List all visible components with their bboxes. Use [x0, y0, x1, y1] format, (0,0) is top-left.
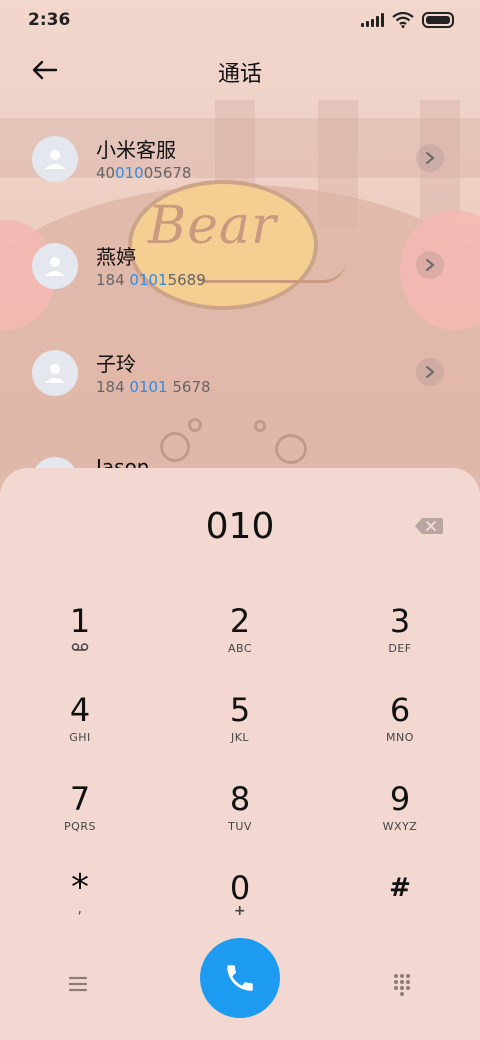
bear-nose-dot	[188, 418, 202, 432]
person-icon	[45, 150, 65, 169]
key-digit: 0	[229, 869, 251, 907]
key-digit: 8	[229, 780, 251, 818]
contact-row[interactable]: 小米客服 4001005678	[0, 110, 480, 206]
contact-number: 4001005678	[96, 164, 191, 182]
wifi-icon	[392, 12, 414, 28]
contact-detail-button[interactable]	[416, 144, 444, 172]
contact-number: 184 0101 5678	[96, 378, 211, 396]
contact-number: 184 01015689	[96, 271, 206, 289]
contact-detail-button[interactable]	[416, 251, 444, 279]
keypad-grid-icon	[394, 974, 410, 996]
key-letters: MNO	[386, 731, 414, 744]
dial-key-9[interactable]: 9 WXYZ	[340, 772, 460, 852]
keypad-toggle-button[interactable]	[384, 966, 420, 1002]
dial-key-star[interactable]: * ,	[20, 861, 140, 941]
dial-key-1[interactable]: 1	[20, 594, 140, 674]
key-letters	[20, 642, 140, 655]
avatar	[32, 243, 78, 289]
chevron-right-icon	[426, 366, 435, 378]
dial-key-hash[interactable]: #	[340, 861, 460, 941]
key-digit: 7	[69, 780, 91, 818]
status-time: 2:36	[28, 10, 71, 30]
dial-key-8[interactable]: 8 TUV	[180, 772, 300, 852]
avatar	[32, 350, 78, 396]
key-letters: JKL	[230, 731, 250, 744]
dial-key-7[interactable]: 7 PQRS	[20, 772, 140, 852]
number-match: 0101	[129, 378, 168, 396]
key-digit: 5	[229, 691, 251, 729]
key-letters: PQRS	[64, 820, 96, 833]
contact-row[interactable]: 子玲 184 0101 5678	[0, 324, 480, 420]
number-part: 184	[96, 378, 130, 396]
key-digit: 2	[229, 602, 251, 640]
dialpad-bottom-bar	[0, 938, 480, 1018]
key-digit: 1	[69, 602, 91, 640]
menu-button[interactable]	[60, 966, 96, 1002]
key-letters: WXYZ	[382, 820, 418, 833]
contact-row[interactable]: 燕婷 184 01015689	[0, 217, 480, 313]
key-letters: ,	[77, 901, 83, 917]
number-part: 05678	[143, 164, 192, 182]
signal-icon	[361, 13, 384, 27]
key-letters: DEF	[388, 642, 412, 655]
key-digit: #	[389, 873, 411, 903]
dialpad-sheet: 010 1 2 ABC 3 DEF 4 GHI 5 JKL 6 MNO 7 PQ…	[0, 468, 480, 1040]
number-part: 184	[96, 271, 130, 289]
number-part: 5678	[167, 378, 211, 396]
dial-key-6[interactable]: 6 MNO	[340, 683, 460, 763]
number-match: 0101	[129, 271, 168, 289]
dial-key-0[interactable]: 0 +	[180, 861, 300, 941]
number-part: 40	[96, 164, 116, 182]
key-letters: +	[233, 903, 247, 919]
dial-key-5[interactable]: 5 JKL	[180, 683, 300, 763]
contact-name: 小米客服	[96, 138, 176, 162]
page-title: 通话	[217, 62, 262, 87]
status-icons	[361, 12, 454, 28]
dial-key-3[interactable]: 3 DEF	[340, 594, 460, 674]
number-part: 5689	[167, 271, 206, 289]
dial-key-4[interactable]: 4 GHI	[20, 683, 140, 763]
key-digit: 9	[389, 780, 411, 818]
avatar	[32, 136, 78, 182]
contact-name: 子玲	[96, 352, 136, 376]
key-digit: 6	[389, 691, 411, 729]
chevron-right-icon	[426, 259, 435, 271]
key-letters: ABC	[227, 642, 253, 655]
dial-number-display[interactable]: 010	[0, 506, 480, 547]
contact-detail-button[interactable]	[416, 358, 444, 386]
person-icon	[45, 257, 65, 276]
voicemail-icon	[71, 643, 89, 651]
call-button[interactable]	[200, 938, 280, 1018]
key-letters: TUV	[228, 820, 252, 833]
number-match: 010	[115, 164, 144, 182]
backspace-button[interactable]	[414, 516, 444, 536]
dial-key-2[interactable]: 2 ABC	[180, 594, 300, 674]
contact-name: 燕婷	[96, 245, 136, 269]
battery-icon	[422, 12, 454, 28]
menu-icon	[68, 976, 88, 992]
status-bar: 2:36	[0, 0, 480, 40]
phone-icon	[227, 965, 253, 991]
key-digit: 4	[69, 691, 91, 729]
person-icon	[45, 364, 65, 383]
backspace-icon	[415, 518, 443, 534]
chevron-right-icon	[426, 152, 435, 164]
key-letters: GHI	[69, 731, 91, 744]
key-digit: 3	[389, 602, 411, 640]
header: 通话	[0, 44, 480, 96]
